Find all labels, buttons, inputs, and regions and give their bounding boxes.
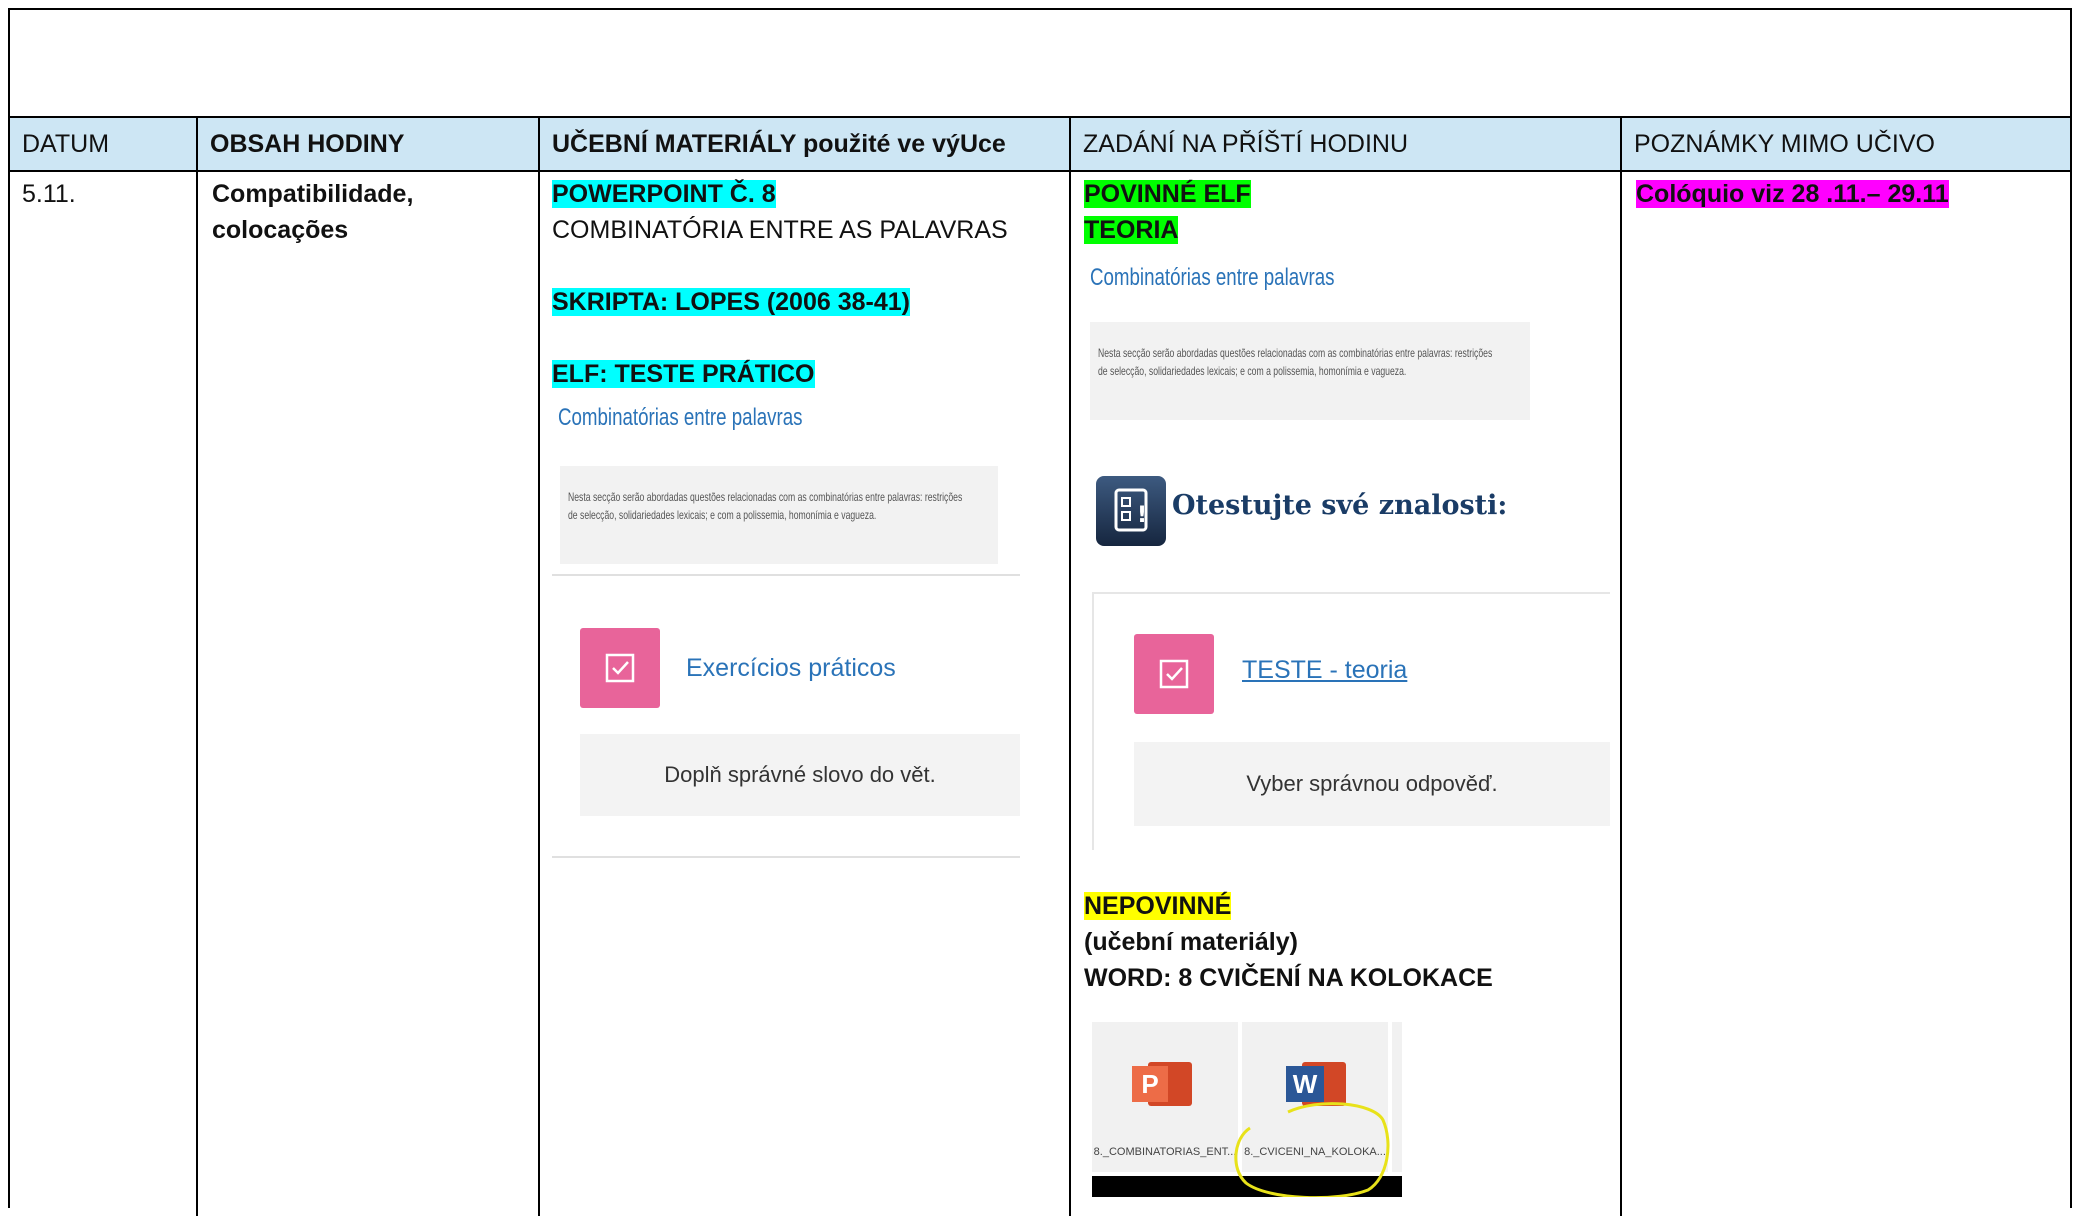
activity-link[interactable]: Exercícios práticos xyxy=(686,654,896,683)
header-poznamky: POZNÁMKY MIMO UČIVO xyxy=(1622,116,2070,172)
assignment-cell: POVINNÉ ELF TEORIA xyxy=(1084,176,1614,248)
header-obsah: OBSAH HODINY xyxy=(198,116,540,172)
assignment-section-desc: Nesta secção serão abordadas questões re… xyxy=(1098,346,1493,378)
lesson-content: Compatibilidade, colocações xyxy=(212,176,413,248)
activity-checkbox-icon xyxy=(580,628,660,708)
file-name: 8._COMBINATORIAS_ENT... xyxy=(1093,1146,1237,1158)
test-link[interactable]: TESTE - teoria xyxy=(1242,656,1407,685)
svg-text:!: ! xyxy=(1137,503,1147,528)
ucebni-label: (učební materiály) xyxy=(1084,928,1298,956)
column-divider xyxy=(196,116,198,1216)
powerpoint-icon: P xyxy=(1132,1062,1192,1106)
header-zadani: ZADÁNÍ NA PŘÍŠTÍ HODINU xyxy=(1071,116,1622,172)
assignment-section-title[interactable]: Combinatórias entre palavras xyxy=(1090,264,1335,292)
file-tile[interactable]: P 8._COMBINATORIAS_ENT... xyxy=(1092,1022,1238,1172)
test-description: Vyber správnou odpověď. xyxy=(1134,742,1610,826)
materials-section-snippet: Nesta secção serão abordadas questões re… xyxy=(560,466,998,564)
optional-block: NEPOVINNÉ (učební materiály) WORD: 8 CVI… xyxy=(1084,888,1614,996)
header-materialy-bold: UČEBNÍ MATERIÁLY xyxy=(552,130,797,158)
materials-section-title[interactable]: Combinatórias entre palavras xyxy=(558,404,803,432)
activity-description: Doplň správné slovo do vět. xyxy=(580,734,1020,816)
column-divider xyxy=(1069,116,1071,1216)
lesson-content-line: colocações xyxy=(212,216,349,244)
test-heading: Otestujte své znalosti: xyxy=(1172,490,1508,521)
teoria-label: TEORIA xyxy=(1084,216,1179,244)
elf-label: ELF: TESTE PRÁTICO xyxy=(552,360,815,388)
materials-section-desc: Nesta secção serão abordadas questões re… xyxy=(568,490,963,522)
word-label: WORD: 8 CVIČENÍ NA KOLOKACE xyxy=(1084,964,1493,992)
povinne-label: POVINNÉ ELF xyxy=(1084,180,1251,208)
handdrawn-circle xyxy=(1234,1102,1390,1197)
divider xyxy=(552,856,1020,858)
nepovinne-label: NEPOVINNÉ xyxy=(1084,892,1232,920)
header-materialy-rest: použité ve výUce xyxy=(796,130,1006,158)
header-datum: DATUM xyxy=(10,116,198,172)
combinatoria-text: COMBINATÓRIA ENTRE AS PALAVRAS xyxy=(552,216,1008,244)
column-divider xyxy=(538,116,540,1216)
column-divider xyxy=(1620,116,1622,1216)
skripta-label: SKRIPTA: LOPES (2006 38-41) xyxy=(552,288,910,316)
notes-cell: Colóquio viz 28 .11.– 29.11 xyxy=(1636,176,1949,212)
datum-value: 5.11. xyxy=(22,180,76,208)
lesson-content-line: Compatibilidade, xyxy=(212,180,414,208)
powerpoint-label: POWERPOINT Č. 8 xyxy=(552,180,776,208)
divider xyxy=(552,574,1020,576)
colloquio-note: Colóquio viz 28 .11.– 29.11 xyxy=(1636,180,1949,208)
header-materialy: UČEBNÍ MATERIÁLY použité ve výUce xyxy=(540,116,1071,172)
assignment-section-snippet: Nesta secção serão abordadas questões re… xyxy=(1090,322,1530,420)
test-checkbox-icon xyxy=(1134,634,1214,714)
materials-cell: POWERPOINT Č. 8 COMBINATÓRIA ENTRE AS PA… xyxy=(552,176,1062,392)
quiz-icon: ! xyxy=(1096,476,1166,546)
